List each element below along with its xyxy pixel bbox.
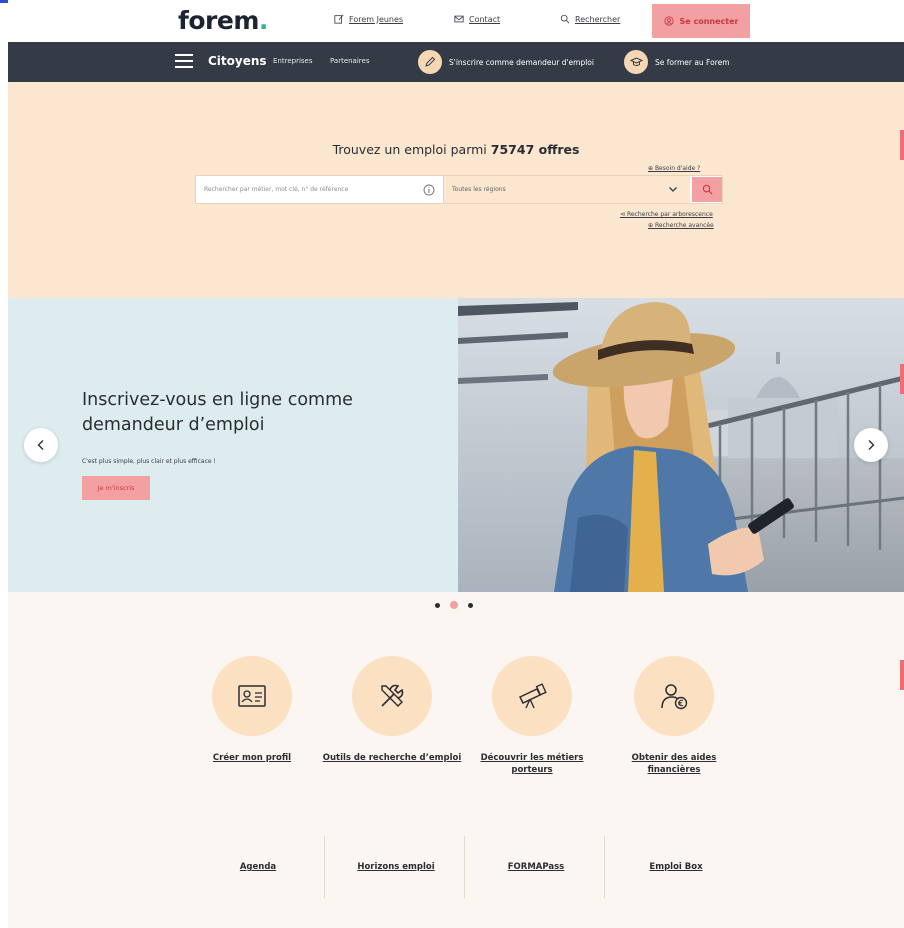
carousel-prev-button[interactable] <box>24 428 58 462</box>
connect-button[interactable]: Se connecter <box>652 4 750 38</box>
link-divider <box>604 836 605 898</box>
side-tab[interactable] <box>900 130 904 160</box>
side-tab[interactable] <box>900 364 904 394</box>
search-icon <box>702 184 712 195</box>
banner-title: Inscrivez-vous en ligne comme demandeur … <box>82 390 353 435</box>
forem-jeunes-link[interactable]: Forem Jeunes <box>334 14 403 24</box>
chevron-left-icon <box>37 440 44 450</box>
user-circle-icon <box>663 16 674 26</box>
mail-icon <box>454 15 464 23</box>
region-select[interactable]: Toutes les régions <box>443 176 690 203</box>
user-euro-icon <box>634 656 714 736</box>
banner-subtitle: C'est plus simple, plus clair et plus ef… <box>82 458 216 465</box>
service-financial-aid[interactable]: Obtenir des aides financières <box>604 656 744 776</box>
main-navbar: Citoyens Entreprises Partenaires S'inscr… <box>8 42 904 82</box>
site-header: forem. Forem Jeunes Contact Rechercher S… <box>8 0 904 42</box>
formapass-link[interactable]: FORMAPass <box>466 836 606 898</box>
service-discover-jobs[interactable]: Découvrir les métiers porteurs <box>462 656 602 776</box>
nav-pill-inscrire[interactable]: S'inscrire comme demandeur d'emploi <box>418 50 594 74</box>
contact-link[interactable]: Contact <box>454 14 500 24</box>
bottom-links: Agenda Horizons emploi FORMAPass Emploi … <box>188 836 728 898</box>
chevron-down-icon <box>669 187 677 192</box>
job-search-hero: Trouvez un emploi parmi 75747 offres ⊕ B… <box>8 82 904 298</box>
telescope-icon <box>492 656 572 736</box>
pen-icon <box>418 50 442 74</box>
edit-icon <box>334 14 344 24</box>
menu-icon[interactable] <box>175 54 193 68</box>
info-icon[interactable] <box>423 184 435 196</box>
nav-item-entreprises[interactable]: Entreprises <box>273 57 313 65</box>
hero-title: Trouvez un emploi parmi 75747 offres <box>332 142 580 157</box>
nav-item-citoyens[interactable]: Citoyens <box>208 54 267 68</box>
search-button[interactable] <box>692 177 722 202</box>
chevron-right-icon <box>868 440 875 450</box>
search-input[interactable]: Rechercher par métier, mot clé, n° de ré… <box>204 186 348 193</box>
search-box: Rechercher par métier, mot clé, n° de ré… <box>195 175 723 204</box>
nav-pill-former[interactable]: Se former au Forem <box>624 50 730 74</box>
offer-count: 75747 offres <box>490 142 580 157</box>
service-create-profile[interactable]: Créer mon profil <box>182 656 322 764</box>
register-button[interactable]: Je m'inscris <box>82 476 150 500</box>
carousel-next-button[interactable] <box>854 428 888 462</box>
rechercher-link[interactable]: Rechercher <box>560 14 620 24</box>
page-frame: forem. Forem Jeunes Contact Rechercher S… <box>8 0 904 928</box>
id-card-icon <box>212 656 292 736</box>
forem-logo[interactable]: forem. <box>178 6 268 35</box>
service-job-tools[interactable]: Outils de recherche d’emploi <box>322 656 462 764</box>
help-link[interactable]: ⊕ Besoin d'aide ? <box>648 165 700 172</box>
tools-icon <box>352 656 432 736</box>
woman-with-phone-image <box>458 298 904 592</box>
agenda-link[interactable]: Agenda <box>188 836 328 898</box>
advanced-search-link[interactable]: ⊕ Recherche avancée <box>648 222 714 229</box>
carousel-dot-active[interactable] <box>450 601 458 609</box>
hero-banner: Inscrivez-vous en ligne comme demandeur … <box>8 298 904 592</box>
banner-photo <box>458 298 904 592</box>
search-icon <box>560 14 570 24</box>
link-divider <box>464 836 465 898</box>
graduation-icon <box>624 50 648 74</box>
emploi-box-link[interactable]: Emploi Box <box>606 836 746 898</box>
carousel-dot[interactable] <box>435 602 440 608</box>
tree-search-link[interactable]: ⊲ Recherche par arborescence <box>620 211 713 218</box>
carousel-dot[interactable] <box>468 602 473 608</box>
carousel-dots <box>435 601 473 609</box>
services-row: Créer mon profil Outils de recherche d’e… <box>8 656 904 796</box>
nav-item-partenaires[interactable]: Partenaires <box>330 57 369 65</box>
link-divider <box>324 836 325 898</box>
horizons-emploi-link[interactable]: Horizons emploi <box>326 836 466 898</box>
